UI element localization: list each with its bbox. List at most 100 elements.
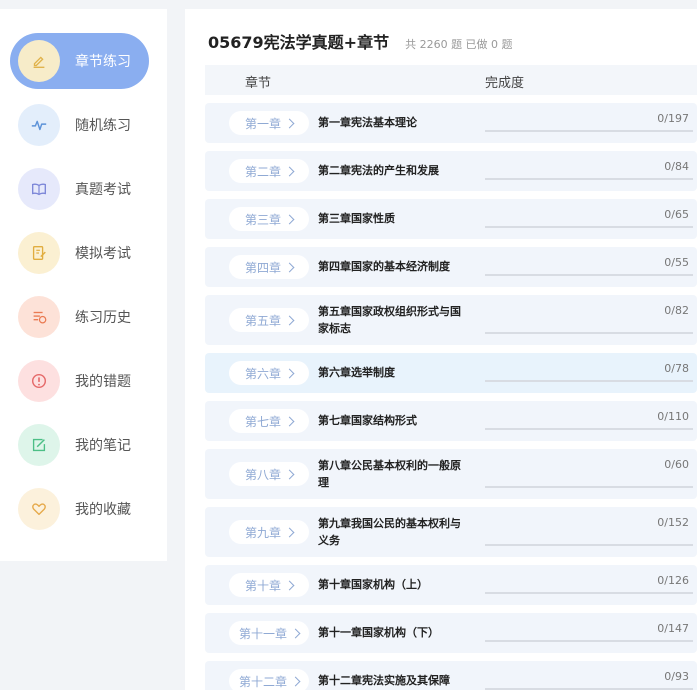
chapter-button[interactable]: 第六章 xyxy=(229,361,309,385)
column-header-chapter: 章节 xyxy=(245,76,272,91)
book-icon xyxy=(18,168,60,210)
chapter-title: 第三章国家性质 xyxy=(318,212,395,225)
chapter-row[interactable]: 第七章 第七章国家结构形式 0/110 xyxy=(205,401,697,441)
progress-count: 0/197 xyxy=(657,112,689,125)
chevron-right-icon xyxy=(284,166,295,176)
document-edit-icon xyxy=(18,232,60,274)
progress-bar xyxy=(485,130,693,132)
progress-count: 0/93 xyxy=(664,670,689,683)
sidebar-item-5[interactable]: 练习历史 xyxy=(10,289,149,345)
table-header: 章节 完成度 xyxy=(205,65,697,95)
sidebar-item-label: 真题考试 xyxy=(75,182,131,198)
chevron-right-icon xyxy=(284,214,295,224)
chapter-button-label: 第六章 xyxy=(244,366,281,381)
chapter-button[interactable]: 第二章 xyxy=(229,159,309,183)
chapter-row[interactable]: 第四章 第四章国家的基本经济制度 0/55 xyxy=(205,247,697,287)
question-stats: 共 2260 题 已做 0 题 xyxy=(405,38,513,51)
chapter-title: 第十一章国家机构（下） xyxy=(318,626,439,639)
chapter-button-label: 第七章 xyxy=(244,414,281,429)
chevron-right-icon xyxy=(284,527,295,537)
chapter-button[interactable]: 第九章 xyxy=(229,520,309,544)
sidebar-item-4[interactable]: 模拟考试 xyxy=(10,225,149,281)
chapter-button[interactable]: 第七章 xyxy=(229,409,309,433)
chapter-button[interactable]: 第十章 xyxy=(229,573,309,597)
sidebar-item-6[interactable]: 我的错题 xyxy=(10,353,149,409)
chapter-button[interactable]: 第一章 xyxy=(229,111,309,135)
chevron-right-icon xyxy=(284,469,295,479)
chevron-right-icon xyxy=(284,368,295,378)
chapter-title: 第五章国家政权组织形式与国家标志 xyxy=(318,305,461,335)
chevron-right-icon xyxy=(284,580,295,590)
chapter-title: 第二章宪法的产生和发展 xyxy=(318,164,439,177)
chapter-button[interactable]: 第十一章 xyxy=(229,621,309,645)
chapter-row[interactable]: 第十二章 第十二章宪法实施及其保障 0/93 xyxy=(205,661,697,690)
chapter-title: 第十二章宪法实施及其保障 xyxy=(318,674,450,687)
alert-icon xyxy=(18,360,60,402)
chapter-title: 第八章公民基本权利的一般原理 xyxy=(318,459,461,489)
column-header-progress: 完成度 xyxy=(485,76,525,91)
chapter-button-label: 第五章 xyxy=(244,313,281,328)
progress-count: 0/60 xyxy=(664,458,689,471)
chapter-button[interactable]: 第四章 xyxy=(229,255,309,279)
sidebar-item-label: 章节练习 xyxy=(75,54,131,70)
heart-icon xyxy=(18,488,60,530)
sidebar-item-label: 我的笔记 xyxy=(75,438,131,454)
chapter-row[interactable]: 第三章 第三章国家性质 0/65 xyxy=(205,199,697,239)
chevron-right-icon xyxy=(284,315,295,325)
page-title: 05679宪法学真题+章节 xyxy=(208,33,390,52)
chapter-row[interactable]: 第一章 第一章宪法基本理论 0/197 xyxy=(205,103,697,143)
sidebar-item-3[interactable]: 真题考试 xyxy=(10,161,149,217)
sidebar-item-label: 模拟考试 xyxy=(75,246,131,262)
chapter-row[interactable]: 第九章 第九章我国公民的基本权利与义务 0/152 xyxy=(205,507,697,557)
chapter-button-label: 第九章 xyxy=(244,525,281,540)
chapter-button-label: 第十一章 xyxy=(238,626,287,641)
chapter-row[interactable]: 第二章 第二章宪法的产生和发展 0/84 xyxy=(205,151,697,191)
chapter-title: 第四章国家的基本经济制度 xyxy=(318,260,450,273)
chevron-right-icon xyxy=(284,262,295,272)
progress-bar xyxy=(485,640,693,642)
sidebar-item-1[interactable]: 章节练习 xyxy=(10,33,149,89)
progress-count: 0/147 xyxy=(657,622,689,635)
progress-bar xyxy=(485,544,693,546)
progress-bar xyxy=(485,592,693,594)
chevron-right-icon xyxy=(284,118,295,128)
chapter-row[interactable]: 第五章 第五章国家政权组织形式与国家标志 0/82 xyxy=(205,295,697,345)
progress-count: 0/126 xyxy=(657,574,689,587)
sidebar-item-2[interactable]: 随机练习 xyxy=(10,97,149,153)
chapter-button[interactable]: 第三章 xyxy=(229,207,309,231)
chapter-button[interactable]: 第八章 xyxy=(229,462,309,486)
chapter-row[interactable]: 第十章 第十章国家机构（上） 0/126 xyxy=(205,565,697,605)
chevron-right-icon xyxy=(284,416,295,426)
progress-count: 0/55 xyxy=(664,256,689,269)
chapter-button-label: 第八章 xyxy=(244,467,281,482)
chapter-title: 第七章国家结构形式 xyxy=(318,414,417,427)
progress-count: 0/152 xyxy=(657,516,689,529)
progress-bar xyxy=(485,226,693,228)
chapter-button-label: 第一章 xyxy=(244,116,281,131)
chevron-right-icon xyxy=(290,628,301,638)
pulse-icon xyxy=(18,104,60,146)
sidebar-item-label: 我的错题 xyxy=(75,374,131,390)
chapter-button[interactable]: 第五章 xyxy=(229,308,309,332)
chapter-title: 第九章我国公民的基本权利与义务 xyxy=(318,517,461,547)
progress-bar xyxy=(485,486,693,488)
chapter-button[interactable]: 第十二章 xyxy=(229,669,309,690)
history-list-icon xyxy=(18,296,60,338)
chapter-row[interactable]: 第十一章 第十一章国家机构（下） 0/147 xyxy=(205,613,697,653)
chapter-row[interactable]: 第八章 第八章公民基本权利的一般原理 0/60 xyxy=(205,449,697,499)
chapter-title: 第十章国家机构（上） xyxy=(318,578,428,591)
note-edit-icon xyxy=(18,424,60,466)
sidebar-item-label: 随机练习 xyxy=(75,118,131,134)
sidebar-item-8[interactable]: 我的收藏 xyxy=(10,481,149,537)
progress-bar xyxy=(485,274,693,276)
sidebar-item-label: 我的收藏 xyxy=(75,502,131,518)
chapter-title: 第六章选举制度 xyxy=(318,366,395,379)
sidebar-item-7[interactable]: 我的笔记 xyxy=(10,417,149,473)
main-panel: 05679宪法学真题+章节 共 2260 题 已做 0 题 章节 完成度 第一章… xyxy=(185,9,697,690)
sidebar-item-label: 练习历史 xyxy=(75,310,131,326)
chapter-row[interactable]: 第六章 第六章选举制度 0/78 xyxy=(205,353,697,393)
progress-count: 0/65 xyxy=(664,208,689,221)
chapter-title: 第一章宪法基本理论 xyxy=(318,116,417,129)
progress-count: 0/78 xyxy=(664,362,689,375)
chapter-button-label: 第十二章 xyxy=(238,674,287,689)
